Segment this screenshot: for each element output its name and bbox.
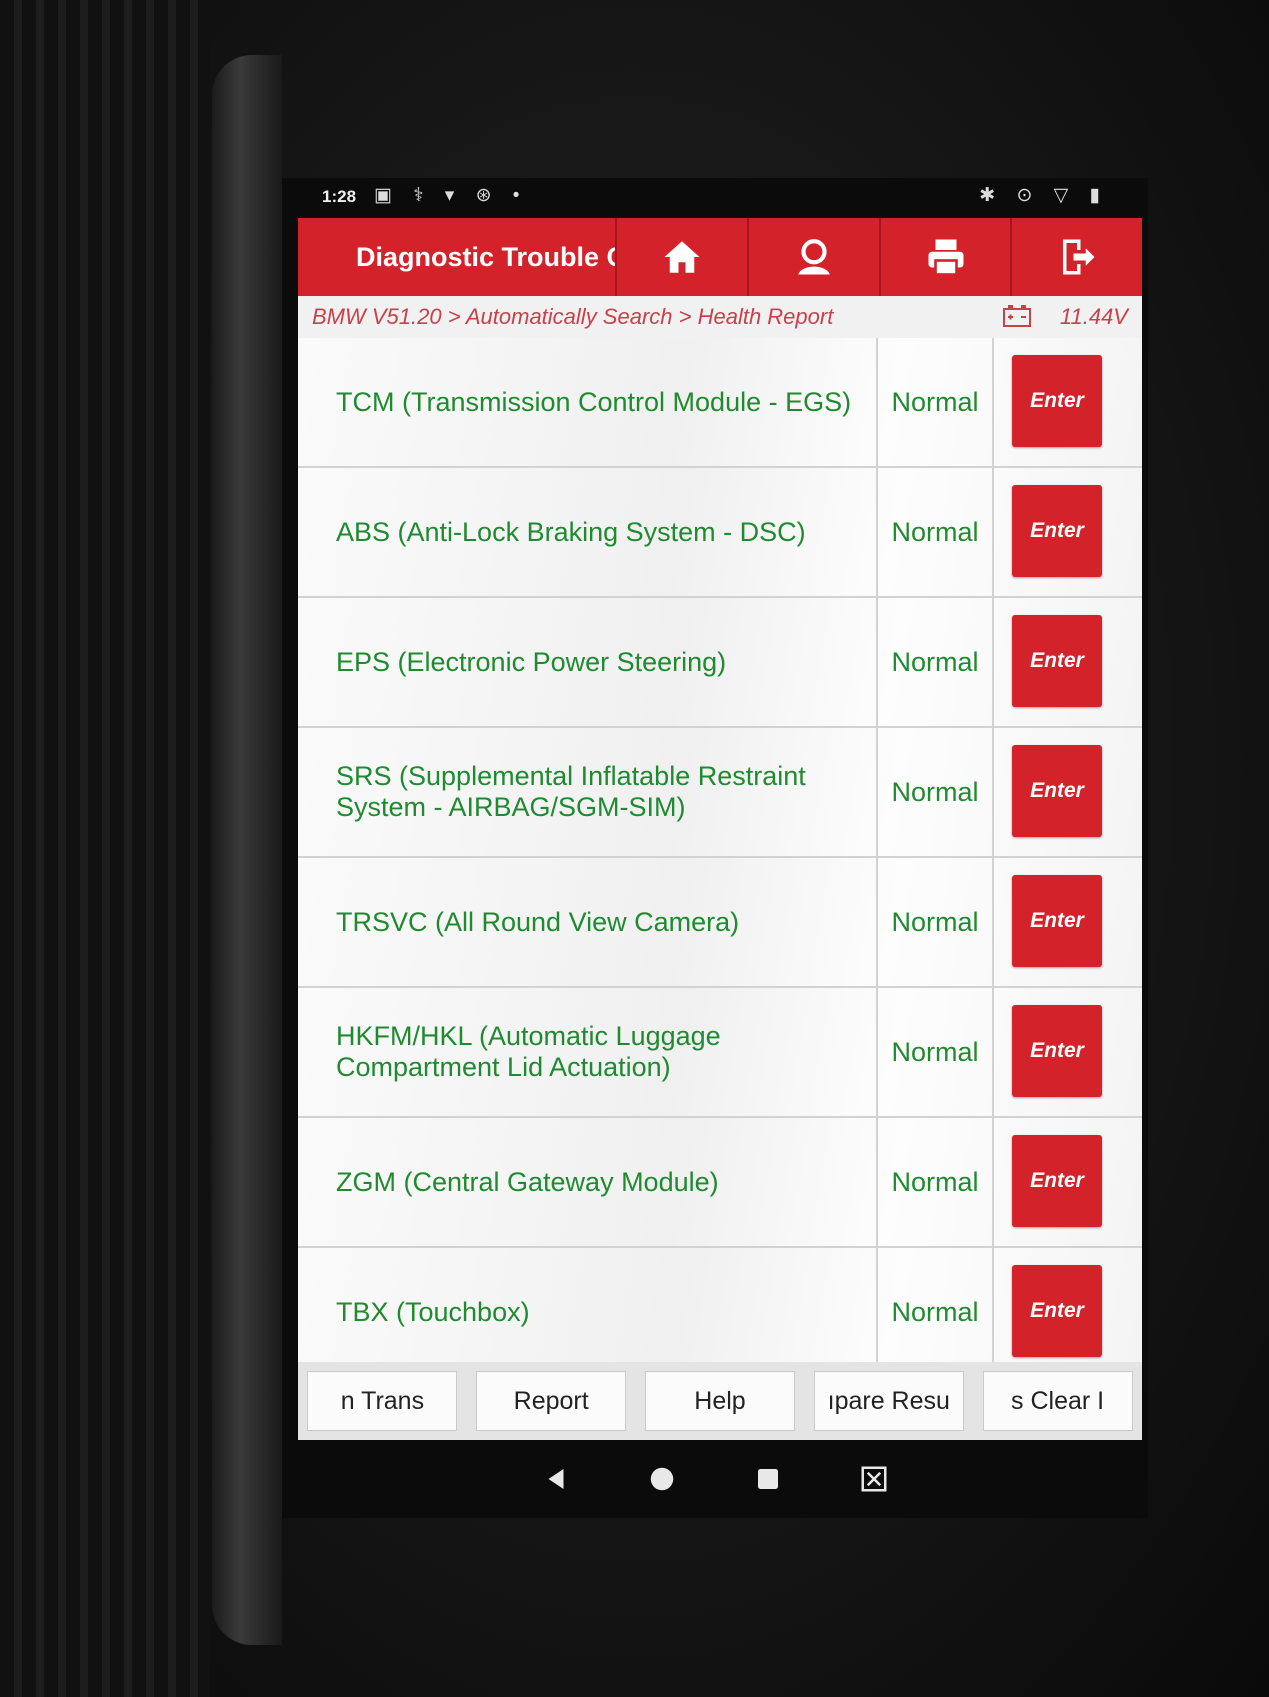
column-divider [992,1118,994,1246]
column-divider [992,988,994,1116]
back-icon[interactable] [541,1464,571,1494]
report-button[interactable]: Report [476,1371,627,1431]
home-circle-icon[interactable] [647,1464,677,1494]
breadcrumb: BMW V51.20 > Automatically Search > Heal… [312,304,834,329]
module-name: ABS (Anti-Lock Braking System - DSC) [336,516,806,547]
status-time: 1:28 [322,187,357,206]
module-status: Normal [891,646,979,677]
exit-icon [1063,239,1095,275]
column-divider [992,598,994,726]
column-divider [992,1248,994,1376]
enter-button[interactable]: Enter [1012,1005,1102,1097]
battery-icon [1003,305,1031,327]
column-divider [992,468,994,596]
module-row: ABS (Anti-Lock Braking System - DSC) Nor… [298,468,1142,598]
home-icon [664,241,700,273]
help-button[interactable]: Help [644,1371,795,1431]
module-row: TBX (Touchbox) Normal Enter [298,1248,1142,1378]
module-name: SRS (Supplemental Inflatable Restraint S… [336,761,806,822]
home-button[interactable] [615,218,747,296]
technician-button[interactable] [747,218,879,296]
module-name: ZGM (Central Gateway Module) [336,1166,719,1197]
bottom-action-bar: n Trans Report Help ıpare Resu s Clear I [298,1362,1142,1440]
module-name: TCM (Transmission Control Module - EGS) [336,386,852,417]
tablet-bezel [212,55,282,1645]
system-status-icons: ✱ ⊙ ▽ ▮ [979,185,1108,206]
module-status: Normal [891,776,979,807]
recents-icon[interactable] [753,1464,783,1494]
module-name: TBX (Touchbox) [336,1296,530,1327]
module-list: TCM (Transmission Control Module - EGS) … [298,338,1142,1378]
android-status-bar: 1:28 ▣ ⚕ ▾ ⊛ • ✱ ⊙ ▽ ▮ [282,178,1148,218]
enter-button[interactable]: Enter [1012,875,1102,967]
enter-button[interactable]: Enter [1012,615,1102,707]
module-row: HKFM/HKL (Automatic Luggage Compartment … [298,988,1142,1118]
battery-voltage: 11.44V [1059,304,1128,329]
clear-button[interactable]: s Clear I [982,1371,1133,1431]
print-button[interactable] [878,218,1011,296]
android-nav-bar [282,1440,1148,1518]
module-status: Normal [891,906,979,937]
module-name: TRSVC (All Round View Camera) [336,906,740,937]
tablet-case-ridges [0,0,210,1697]
enter-button[interactable]: Enter [1012,1135,1102,1227]
module-status: Normal [891,1036,979,1067]
module-status: Normal [891,516,979,547]
page-title: Diagnostic Trouble C [356,242,616,272]
enter-button[interactable]: Enter [1012,745,1102,837]
enter-button[interactable]: Enter [1012,485,1102,577]
module-row: TRSVC (All Round View Camera) Normal Ent… [298,858,1142,988]
screenshot-icon[interactable] [859,1464,889,1494]
module-status: Normal [891,386,979,417]
enter-button[interactable]: Enter [1012,355,1102,447]
column-divider [992,858,994,986]
module-row: ZGM (Central Gateway Module) Normal Ente… [298,1118,1142,1248]
enter-button[interactable]: Enter [1012,1265,1102,1357]
technician-icon [798,239,830,275]
module-row: TCM (Transmission Control Module - EGS) … [298,338,1142,468]
module-name: EPS (Electronic Power Steering) [336,646,727,677]
exit-button[interactable] [1010,218,1142,296]
column-divider [992,338,994,466]
print-icon [928,239,963,276]
module-row: EPS (Electronic Power Steering) Normal E… [298,598,1142,728]
device-screen: 1:28 ▣ ⚕ ▾ ⊛ • ✱ ⊙ ▽ ▮ Diagnostic Troubl… [282,178,1148,1518]
app-title-bar: Diagnostic Trouble C [298,218,1142,296]
module-row: SRS (Supplemental Inflatable Restraint S… [298,728,1142,858]
notification-icons: ▣ ⚕ ▾ ⊛ • [374,185,528,206]
column-divider [992,728,994,856]
module-status: Normal [891,1296,979,1327]
compare-results-button[interactable]: ıpare Resu [813,1371,964,1431]
breadcrumb-bar: BMW V51.20 > Automatically Search > Heal… [298,296,1142,339]
module-status: Normal [891,1166,979,1197]
module-name: HKFM/HKL (Automatic Luggage Compartment … [336,1021,721,1082]
transfer-button[interactable]: n Trans [307,1371,458,1431]
diagnostic-app: Diagnostic Trouble C BMW V51.20 > Automa… [298,218,1142,1440]
